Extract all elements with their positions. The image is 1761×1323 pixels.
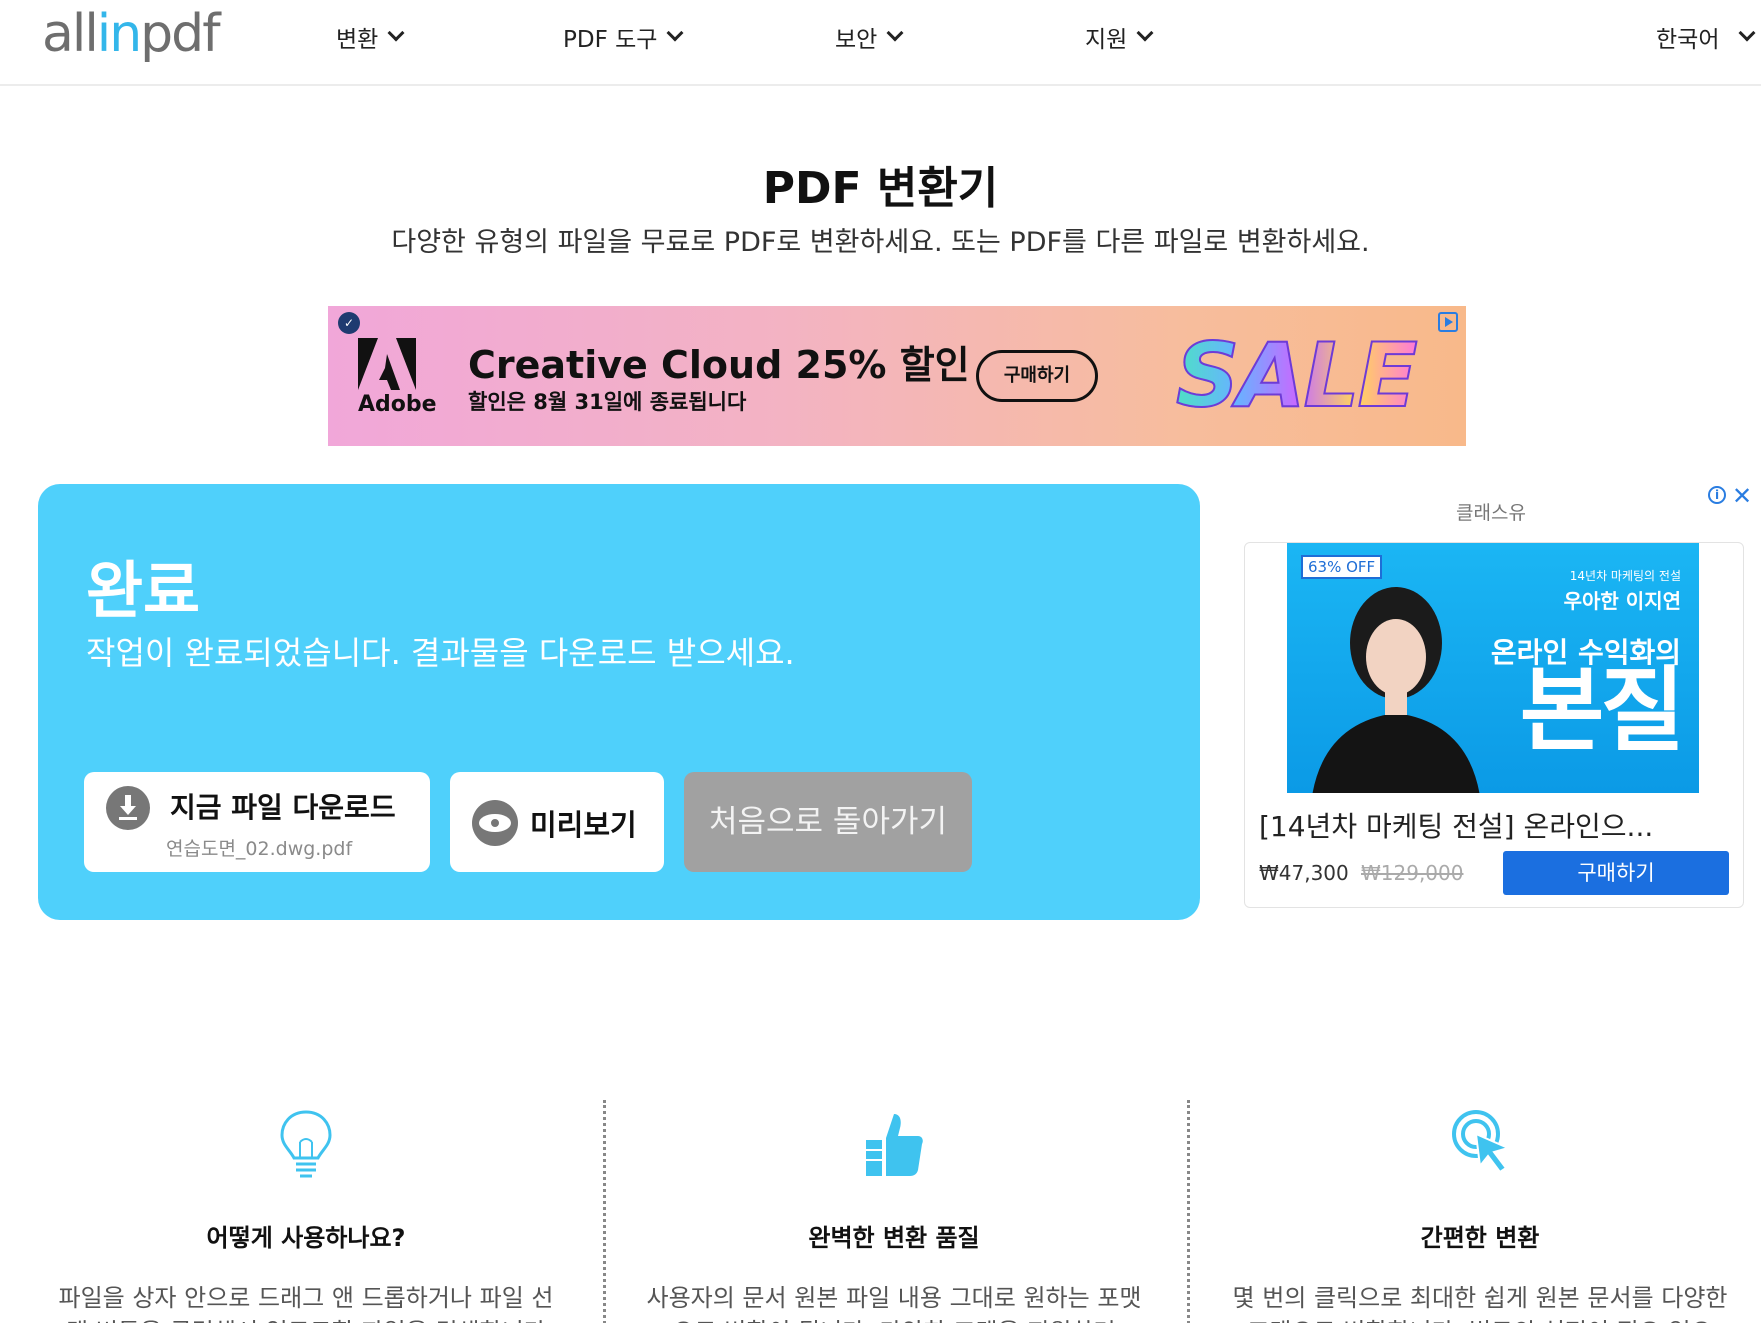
- nav-support[interactable]: 지원: [1085, 20, 1154, 54]
- discount-badge: 63% OFF: [1301, 555, 1383, 579]
- eye-icon: [472, 800, 518, 846]
- side-ad-buy-button[interactable]: 구매하기: [1503, 851, 1729, 895]
- chevron-down-icon: [387, 24, 405, 42]
- nav-convert[interactable]: 변환: [336, 20, 405, 54]
- side-ad-price: ₩47,300: [1259, 861, 1349, 885]
- person-photo-icon: [1312, 587, 1480, 793]
- click-cursor-icon: [1452, 1110, 1511, 1174]
- feature-divider: [1187, 1100, 1190, 1323]
- nav-convert-label: 변환: [336, 27, 379, 53]
- download-icon: [106, 786, 150, 830]
- ad-buy-button[interactable]: 구매하기: [976, 350, 1098, 402]
- side-ad-instructor: 우아한 이지연: [1563, 589, 1681, 613]
- side-ad-title[interactable]: [14년차 마케팅 전설] 온라인으...: [1259, 805, 1719, 845]
- feature-easy: 간편한 변환 몇 번의 클릭으로 최대한 쉽게 원본 문서를 다양한 포맷으로 …: [1200, 1108, 1760, 1323]
- feature-text: 사용자의 문서 원본 파일 내용 그대로 원하는 포맷으로 변환이 됩니다. 다…: [646, 1284, 1142, 1323]
- completion-title: 완료: [86, 554, 201, 627]
- feature-title: 완벽한 변환 품질: [808, 1224, 980, 1252]
- language-selector[interactable]: 한국어: [1656, 20, 1756, 54]
- top-header: allinpdf 변환 PDF 도구 보안 지원 한국어: [0, 0, 1761, 86]
- language-label: 한국어: [1656, 27, 1720, 53]
- chevron-down-icon: [666, 24, 684, 42]
- thumbs-up-icon: [864, 1114, 923, 1176]
- page-title: PDF 변환기: [762, 163, 999, 214]
- side-ad-image[interactable]: 63% OFF 14년차 마케팅의 전설 우아한 이지연 온라인 수익화의 본질: [1287, 543, 1699, 793]
- side-ad-big-text: 본질: [1519, 657, 1685, 764]
- side-ad-advertiser[interactable]: 클래스유: [1456, 498, 1526, 525]
- feature-title: 어떻게 사용하나요?: [206, 1224, 406, 1252]
- completion-panel: 완료 작업이 완료되었습니다. 결과물을 다운로드 받으세요. 지금 파일 다운…: [38, 484, 1200, 920]
- page-subtitle: 다양한 유형의 파일을 무료로 PDF로 변환하세요. 또는 PDF를 다른 파…: [391, 227, 1370, 258]
- download-file-button[interactable]: 지금 파일 다운로드 연습도면_02.dwg.pdf: [84, 772, 430, 872]
- download-label: 지금 파일 다운로드: [170, 791, 396, 824]
- nav-security-label: 보안: [835, 27, 878, 53]
- feature-title: 간편한 변환: [1420, 1224, 1540, 1252]
- nav-support-label: 지원: [1085, 27, 1128, 53]
- adobe-ad-banner[interactable]: ✓ Adobe Creative Cloud 25% 할인 할인은 8월 31일…: [328, 306, 1466, 446]
- chevron-down-icon: [1738, 24, 1756, 42]
- chevron-down-icon: [1136, 24, 1154, 42]
- feature-text: 몇 번의 클릭으로 최대한 쉽게 원본 문서를 다양한 포맷으로 변환합니다. …: [1232, 1284, 1728, 1323]
- feature-text: 파일을 상자 안으로 드래그 앤 드롭하거나 파일 선택 버튼을 클릭해서 업로…: [58, 1284, 554, 1323]
- preview-button[interactable]: 미리보기: [450, 772, 664, 872]
- nav-pdf-tools-label: PDF 도구: [563, 27, 658, 53]
- side-ad-tagline: 14년차 마케팅의 전설: [1569, 569, 1681, 583]
- side-ad-old-price: ₩129,000: [1361, 861, 1464, 885]
- ad-sale-art: SALE: [1175, 323, 1419, 428]
- ad-privacy-icon[interactable]: ✓: [338, 312, 360, 334]
- feature-divider: [603, 1100, 606, 1323]
- ad-headline: Creative Cloud 25% 할인: [468, 343, 970, 387]
- preview-label: 미리보기: [530, 808, 637, 842]
- nav-security[interactable]: 보안: [835, 20, 904, 54]
- feature-how-to: 어떻게 사용하나요? 파일을 상자 안으로 드래그 앤 드롭하거나 파일 선택 …: [26, 1108, 586, 1323]
- side-ad-card[interactable]: 63% OFF 14년차 마케팅의 전설 우아한 이지연 온라인 수익화의 본질…: [1244, 542, 1744, 908]
- ad-subtext: 할인은 8월 31일에 종료됩니다: [468, 390, 747, 414]
- ad-info-icon[interactable]: i: [1708, 486, 1726, 504]
- feature-quality: 완벽한 변환 품질 사용자의 문서 원본 파일 내용 그대로 원하는 포맷으로 …: [614, 1108, 1174, 1323]
- adchoices-icon[interactable]: [1438, 312, 1458, 332]
- allinpdf-logo[interactable]: allinpdf: [42, 4, 221, 64]
- ad-close-icon[interactable]: ✕: [1732, 482, 1752, 510]
- lightbulb-icon: [280, 1110, 332, 1178]
- adobe-logo-icon: [358, 338, 416, 390]
- nav-pdf-tools[interactable]: PDF 도구: [563, 20, 684, 54]
- completion-message: 작업이 완료되었습니다. 결과물을 다운로드 받으세요.: [86, 634, 795, 672]
- chevron-down-icon: [886, 24, 904, 42]
- download-file-name: 연습도면_02.dwg.pdf: [166, 838, 353, 860]
- adobe-brand-text: Adobe: [358, 392, 437, 417]
- start-over-button[interactable]: 처음으로 돌아가기: [684, 772, 972, 872]
